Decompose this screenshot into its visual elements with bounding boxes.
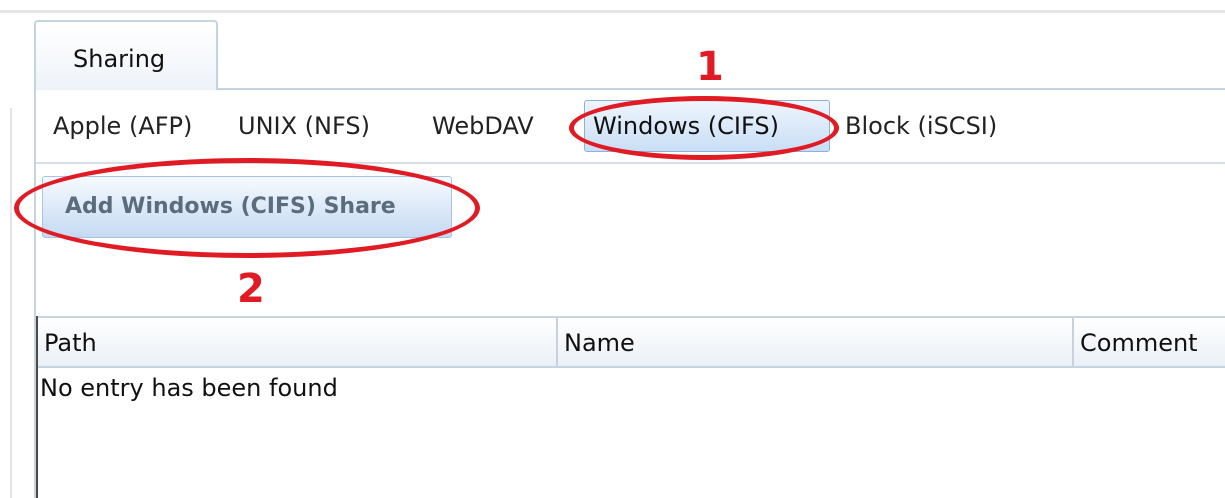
column-header-name[interactable]: Name: [558, 318, 1074, 366]
annotation-number-1: 1: [696, 44, 724, 90]
tab-sharing-label: Sharing: [73, 45, 166, 73]
column-path-label: Path: [44, 329, 97, 357]
column-comment-label: Comment: [1080, 329, 1198, 357]
tab-sharing[interactable]: Sharing: [34, 20, 218, 90]
empty-table-message: No entry has been found: [40, 374, 338, 402]
column-header-comment[interactable]: Comment: [1074, 318, 1225, 366]
table-header: Path Name Comment: [38, 316, 1225, 368]
left-panel-edge: [10, 108, 12, 498]
top-divider: [0, 10, 1225, 13]
annotation-number-2: 2: [237, 266, 265, 312]
subtab-webdav[interactable]: WebDAV: [432, 112, 534, 140]
column-name-label: Name: [564, 329, 635, 357]
sharing-screen: Sharing Apple (AFP) UNIX (NFS) WebDAV Wi…: [0, 0, 1225, 498]
subtab-iscsi[interactable]: Block (iSCSI): [845, 112, 997, 140]
annotation-circle-2: [14, 158, 480, 258]
column-header-path[interactable]: Path: [38, 318, 558, 366]
subtab-nfs[interactable]: UNIX (NFS): [238, 112, 370, 140]
annotation-circle-1: [569, 96, 839, 160]
subtab-afp[interactable]: Apple (AFP): [53, 112, 192, 140]
shares-table: Path Name Comment No entry has been foun…: [36, 316, 1225, 498]
